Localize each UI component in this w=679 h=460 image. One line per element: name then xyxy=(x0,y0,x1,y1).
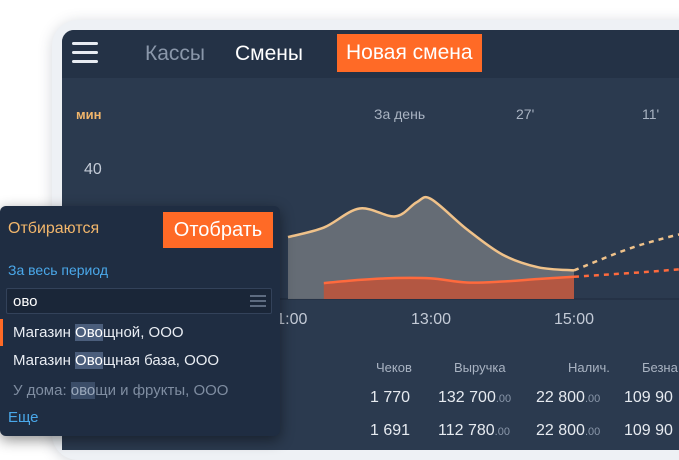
row2-cashless: 109 90 xyxy=(624,422,673,439)
x-tick-label: 13:00 xyxy=(411,311,451,328)
row1-revenue: 132 700.00 xyxy=(438,389,512,406)
filter-panel: Отбираются Отобрать За весь период Магаз… xyxy=(0,206,280,436)
row1-cashless: 109 90 xyxy=(624,389,673,406)
result-item[interactable]: Магазин Овощной, ООО xyxy=(0,319,280,346)
row2-cash: 22 800.00 xyxy=(536,422,601,439)
y-tick-40: 40 xyxy=(84,161,102,178)
more-link[interactable]: Еще xyxy=(8,409,39,426)
x-axis-ticks: 11:0013:0015:0017:0019:0021:00 xyxy=(269,311,595,328)
result-item[interactable]: У дома: овощи и фрукты, ООО xyxy=(0,377,280,404)
chart-header-value-2: 11' xyxy=(642,106,659,122)
x-tick-label: 15:00 xyxy=(554,311,594,328)
series-1-forecast xyxy=(573,233,679,272)
col-header-cashless: Безна xyxy=(642,360,678,375)
list-icon[interactable] xyxy=(250,295,266,307)
row1-cash: 22 800.00 xyxy=(536,389,601,406)
col-header-checks: Чеков xyxy=(376,360,412,375)
select-button[interactable]: Отобрать xyxy=(163,212,273,248)
chart-header-day: За день xyxy=(374,106,425,122)
col-header-cash: Налич. xyxy=(568,360,610,375)
series-2-forecast xyxy=(573,268,679,279)
row2-checks: 1 691 xyxy=(370,422,411,439)
period-link[interactable]: За весь период xyxy=(8,262,108,278)
chart-header-value-1: 27' xyxy=(516,106,534,122)
col-header-revenue: Выручка xyxy=(454,360,506,375)
search-input[interactable] xyxy=(13,289,245,313)
filter-panel-title: Отбираются xyxy=(8,220,100,237)
y-axis-unit: мин xyxy=(76,107,101,122)
search-box xyxy=(6,288,272,314)
row2-revenue: 112 780.00 xyxy=(438,422,510,439)
result-item[interactable]: Магазин Овощная база, ООО xyxy=(0,347,280,374)
row1-checks: 1 770 xyxy=(370,389,411,406)
